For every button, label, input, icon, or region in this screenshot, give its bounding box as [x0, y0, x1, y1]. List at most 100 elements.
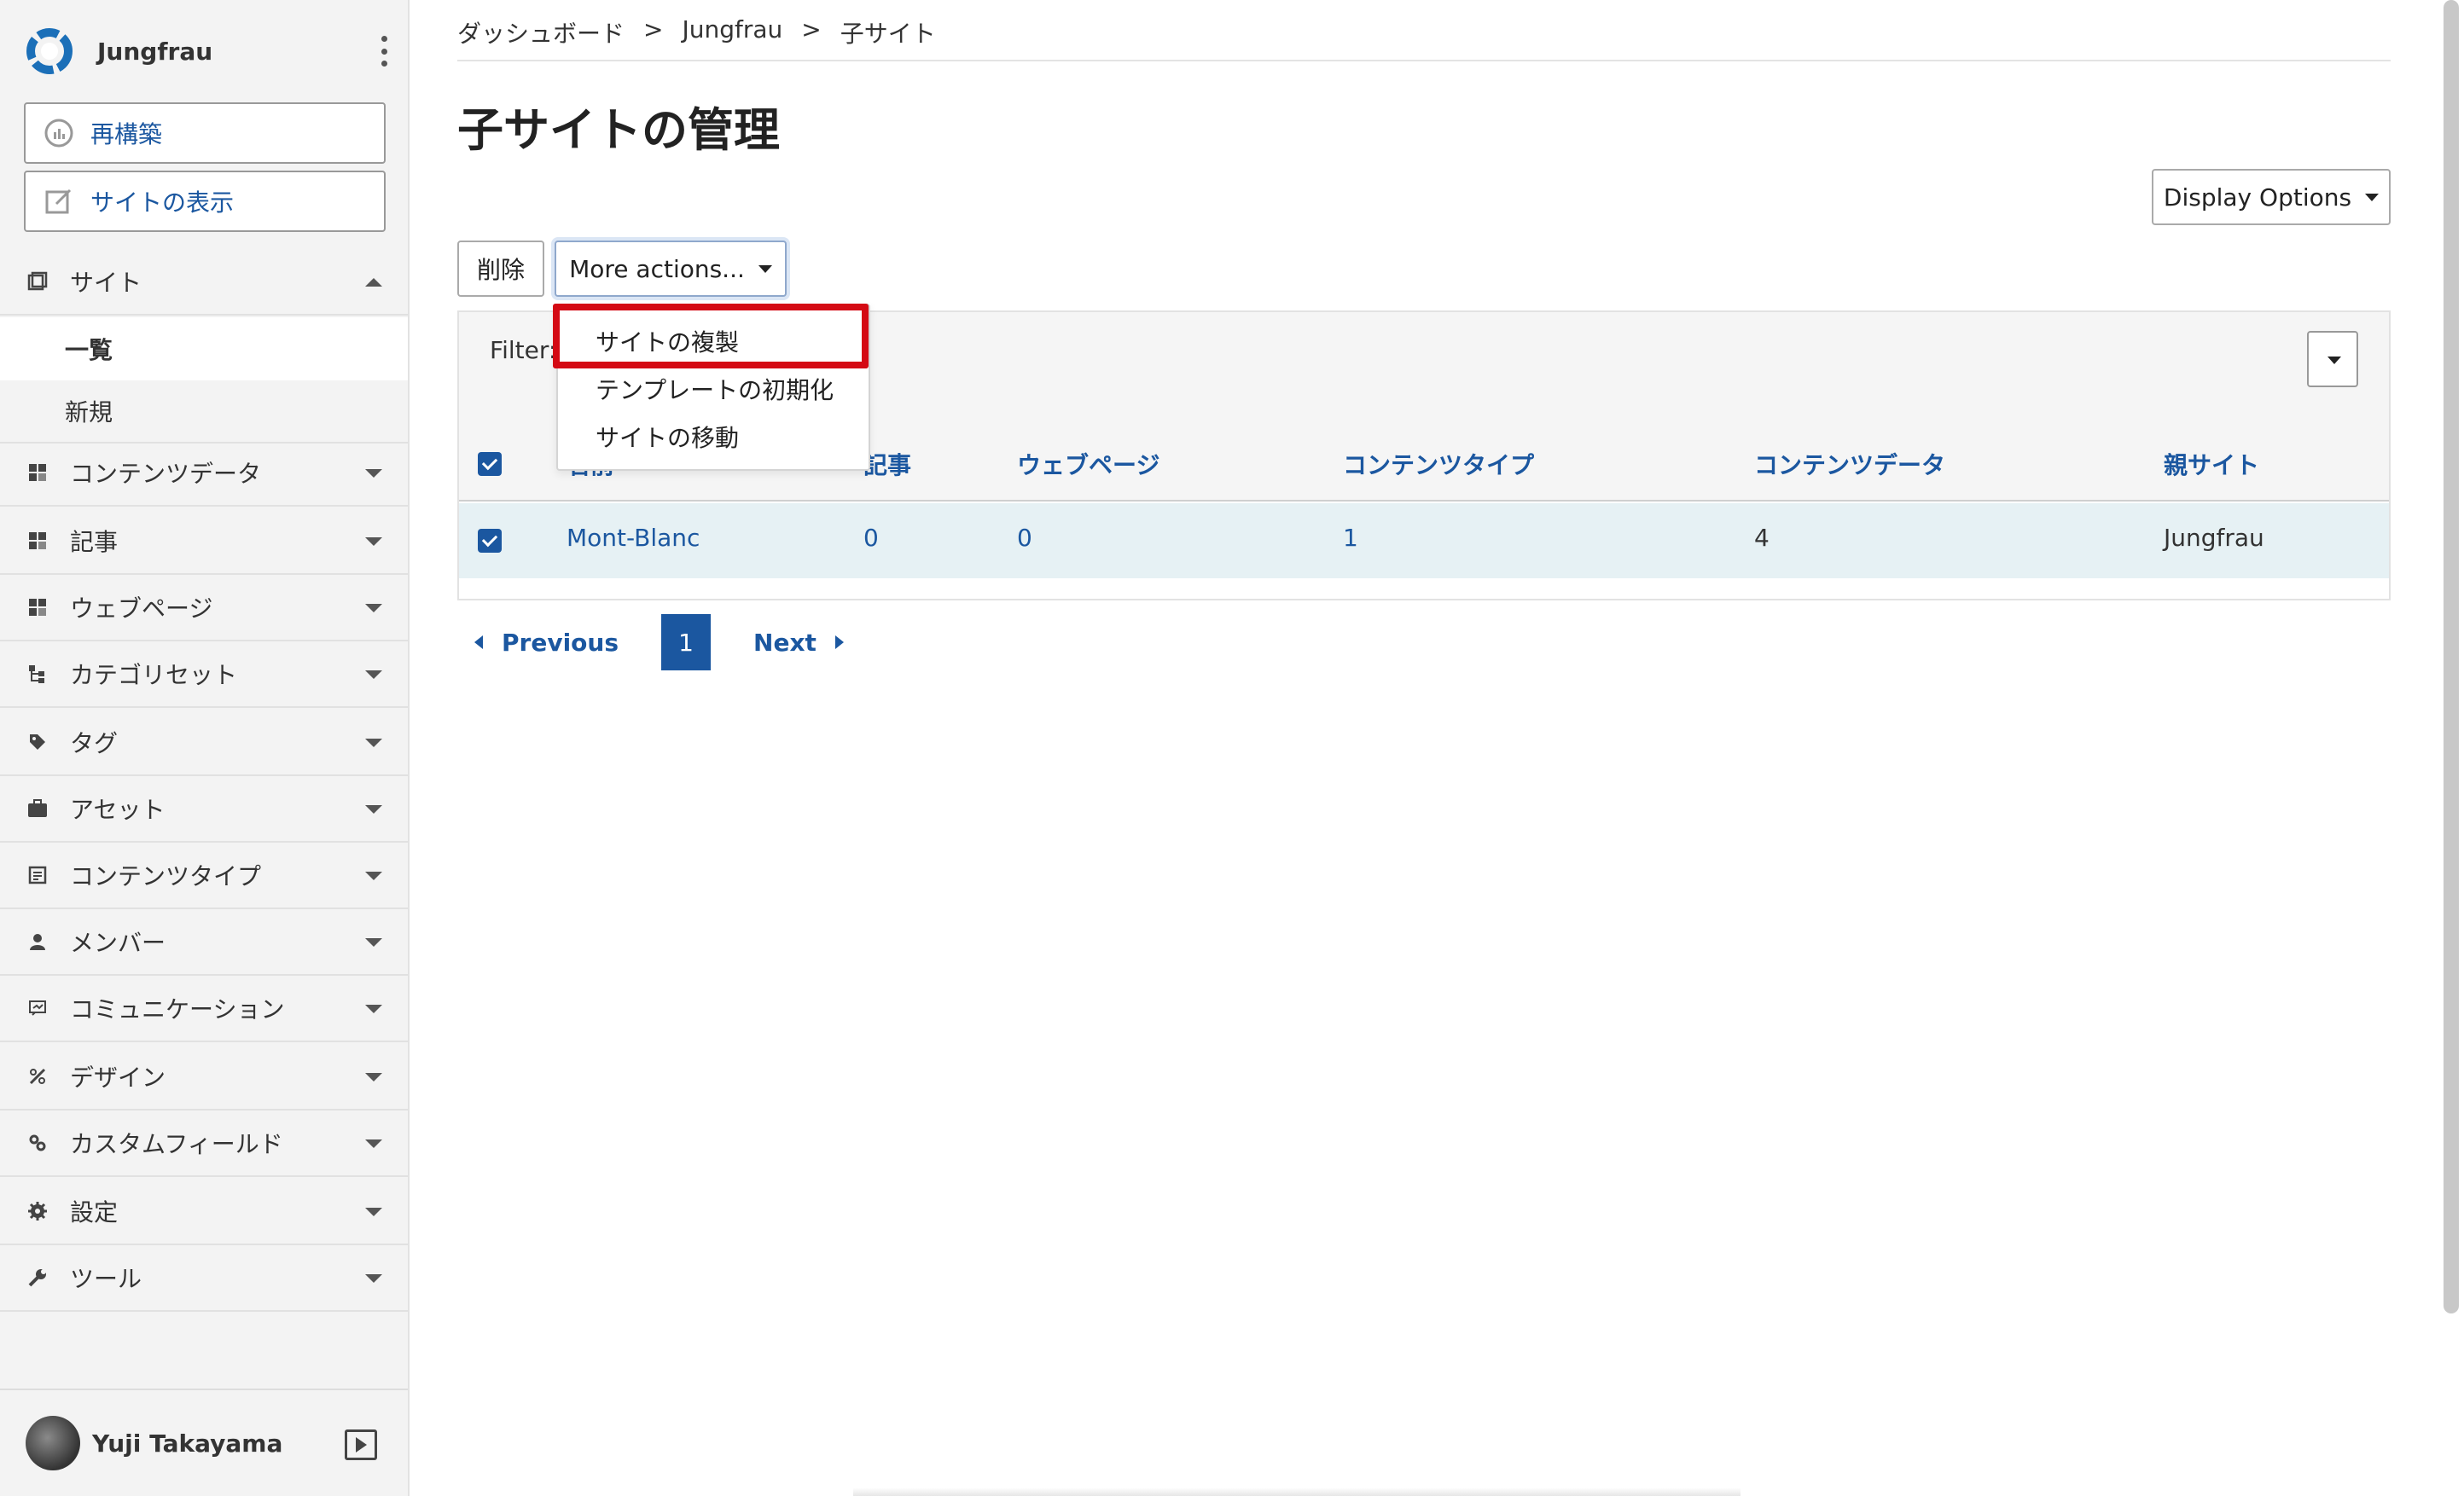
sidebar-header: Jungfrau — [24, 24, 391, 78]
pagination: Previous 1 Next — [474, 614, 844, 670]
previous-page-link[interactable]: Previous — [474, 629, 619, 657]
highlight-annotation — [553, 304, 869, 368]
display-options-label: Display Options — [2163, 183, 2352, 212]
display-options-button[interactable]: Display Options — [2152, 169, 2391, 225]
filter-label: Filter: — [490, 336, 557, 364]
next-label: Next — [753, 628, 816, 657]
wrench-icon — [26, 1266, 49, 1290]
entries-icon — [26, 529, 49, 553]
breadcrumb-separator: > — [801, 15, 822, 43]
custom-field-icon — [26, 1131, 49, 1155]
chevron-down-icon — [365, 872, 382, 880]
pages-count-link[interactable]: 0 — [1017, 524, 1032, 552]
nav-assets[interactable]: アセット — [0, 776, 408, 843]
nav-sites[interactable]: サイト — [0, 249, 408, 316]
nav-pages[interactable]: ウェブページ — [0, 575, 408, 641]
communication-icon — [26, 996, 49, 1020]
nav-settings[interactable]: 設定 — [0, 1179, 408, 1245]
content-type-icon — [26, 863, 49, 887]
more-actions-button[interactable]: More actions... — [555, 241, 787, 297]
menu-item-reset-templates[interactable]: テンプレートの初期化 — [596, 372, 834, 406]
caret-right-icon — [834, 635, 844, 649]
filter-toggle-button[interactable] — [2307, 331, 2358, 387]
nav-custom-fields-label: カスタムフィールド — [70, 1130, 283, 1158]
nav-sites-label: サイト — [70, 269, 142, 297]
caret-down-icon — [2365, 193, 2380, 201]
tag-icon — [26, 730, 49, 754]
column-header-content-data[interactable]: コンテンツデータ — [1754, 447, 1945, 481]
parent-site: Jungfrau — [2164, 524, 2264, 552]
entries-count-link[interactable]: 0 — [863, 524, 879, 552]
content-data-icon — [26, 461, 49, 484]
sidebar-item-new[interactable]: 新規 — [0, 380, 408, 444]
chevron-down-icon — [365, 938, 382, 947]
chevron-down-icon — [365, 670, 382, 679]
nav-content-data[interactable]: コンテンツデータ — [0, 440, 408, 507]
breadcrumb-divider — [457, 60, 2391, 61]
current-page[interactable]: 1 — [661, 614, 712, 670]
rebuild-label: 再構築 — [90, 120, 163, 148]
nav-design-label: デザイン — [70, 1064, 166, 1092]
nav-communication[interactable]: コミュニケーション — [0, 976, 408, 1042]
column-header-parent-site[interactable]: 親サイト — [2164, 447, 2259, 481]
nav-custom-fields[interactable]: カスタムフィールド — [0, 1110, 408, 1177]
app-logo-icon[interactable] — [24, 26, 75, 77]
nav-tags[interactable]: タグ — [0, 710, 408, 776]
breadcrumb: ダッシュボード > Jungfrau > 子サイト — [457, 15, 936, 49]
chevron-down-icon — [365, 1208, 382, 1216]
avatar[interactable] — [26, 1416, 80, 1470]
nav-entries[interactable]: 記事 — [0, 508, 408, 575]
select-all-checkbox[interactable] — [478, 452, 502, 476]
nav-members[interactable]: メンバー — [0, 909, 408, 976]
nav-entries-label: 記事 — [70, 528, 119, 556]
chevron-down-icon — [365, 1073, 382, 1081]
design-icon — [26, 1064, 49, 1088]
external-edit-icon — [43, 185, 75, 217]
row-checkbox[interactable] — [478, 529, 502, 553]
nav-design[interactable]: デザイン — [0, 1044, 408, 1110]
user-name[interactable]: Yuji Takayama — [92, 1429, 282, 1458]
delete-button[interactable]: 削除 — [457, 241, 544, 297]
site-name[interactable]: Jungfrau — [97, 38, 212, 66]
nav-content-types-label: コンテンツタイプ — [70, 862, 262, 890]
caret-left-icon — [474, 635, 483, 649]
view-site-label: サイトの表示 — [90, 188, 235, 217]
nav-content-data-label: コンテンツデータ — [70, 460, 262, 488]
chevron-down-icon — [365, 739, 382, 747]
column-header-content-types[interactable]: コンテンツタイプ — [1343, 447, 1534, 481]
nav-content-types[interactable]: コンテンツタイプ — [0, 843, 408, 909]
settings-icon — [26, 1199, 49, 1223]
breadcrumb-dashboard[interactable]: ダッシュボード — [457, 15, 625, 49]
more-actions-label: More actions... — [569, 254, 745, 283]
chevron-down-icon — [365, 805, 382, 814]
page-title: 子サイトの管理 — [457, 103, 780, 157]
site-name-link[interactable]: Mont-Blanc — [567, 524, 700, 552]
content-data-count: 4 — [1754, 524, 1770, 552]
chevron-down-icon — [365, 604, 382, 612]
next-page-link[interactable]: Next — [753, 629, 844, 657]
kebab-menu-icon[interactable] — [377, 36, 391, 67]
sidebar-item-new-label: 新規 — [65, 398, 113, 426]
sidebar-item-list-label: 一覧 — [65, 336, 113, 364]
collapse-sidebar-icon[interactable] — [345, 1429, 377, 1460]
view-site-button[interactable]: サイトの表示 — [24, 171, 386, 232]
breadcrumb-current: 子サイト — [840, 20, 936, 48]
nav-category-sets[interactable]: カテゴリセット — [0, 641, 408, 708]
nav-pages-label: ウェブページ — [70, 594, 213, 623]
category-set-icon — [26, 662, 49, 686]
sidebar-item-list[interactable]: 一覧 — [0, 317, 408, 380]
scrollbar[interactable] — [2444, 0, 2459, 1313]
chevron-down-icon — [365, 469, 382, 478]
breadcrumb-site[interactable]: Jungfrau — [682, 15, 782, 49]
nav-tools-label: ツール — [70, 1265, 142, 1293]
content-types-count-link[interactable]: 1 — [1343, 524, 1358, 552]
chevron-up-icon — [365, 278, 382, 287]
rebuild-button[interactable]: 再構築 — [24, 102, 386, 164]
chevron-down-icon — [365, 1274, 382, 1283]
menu-item-move-site[interactable]: サイトの移動 — [596, 420, 739, 454]
nav-communication-label: コミュニケーション — [70, 995, 285, 1023]
column-header-entries[interactable]: 記事 — [863, 447, 911, 481]
rebuild-icon — [43, 117, 75, 149]
nav-tools[interactable]: ツール — [0, 1245, 408, 1312]
column-header-pages[interactable]: ウェブページ — [1017, 447, 1159, 481]
